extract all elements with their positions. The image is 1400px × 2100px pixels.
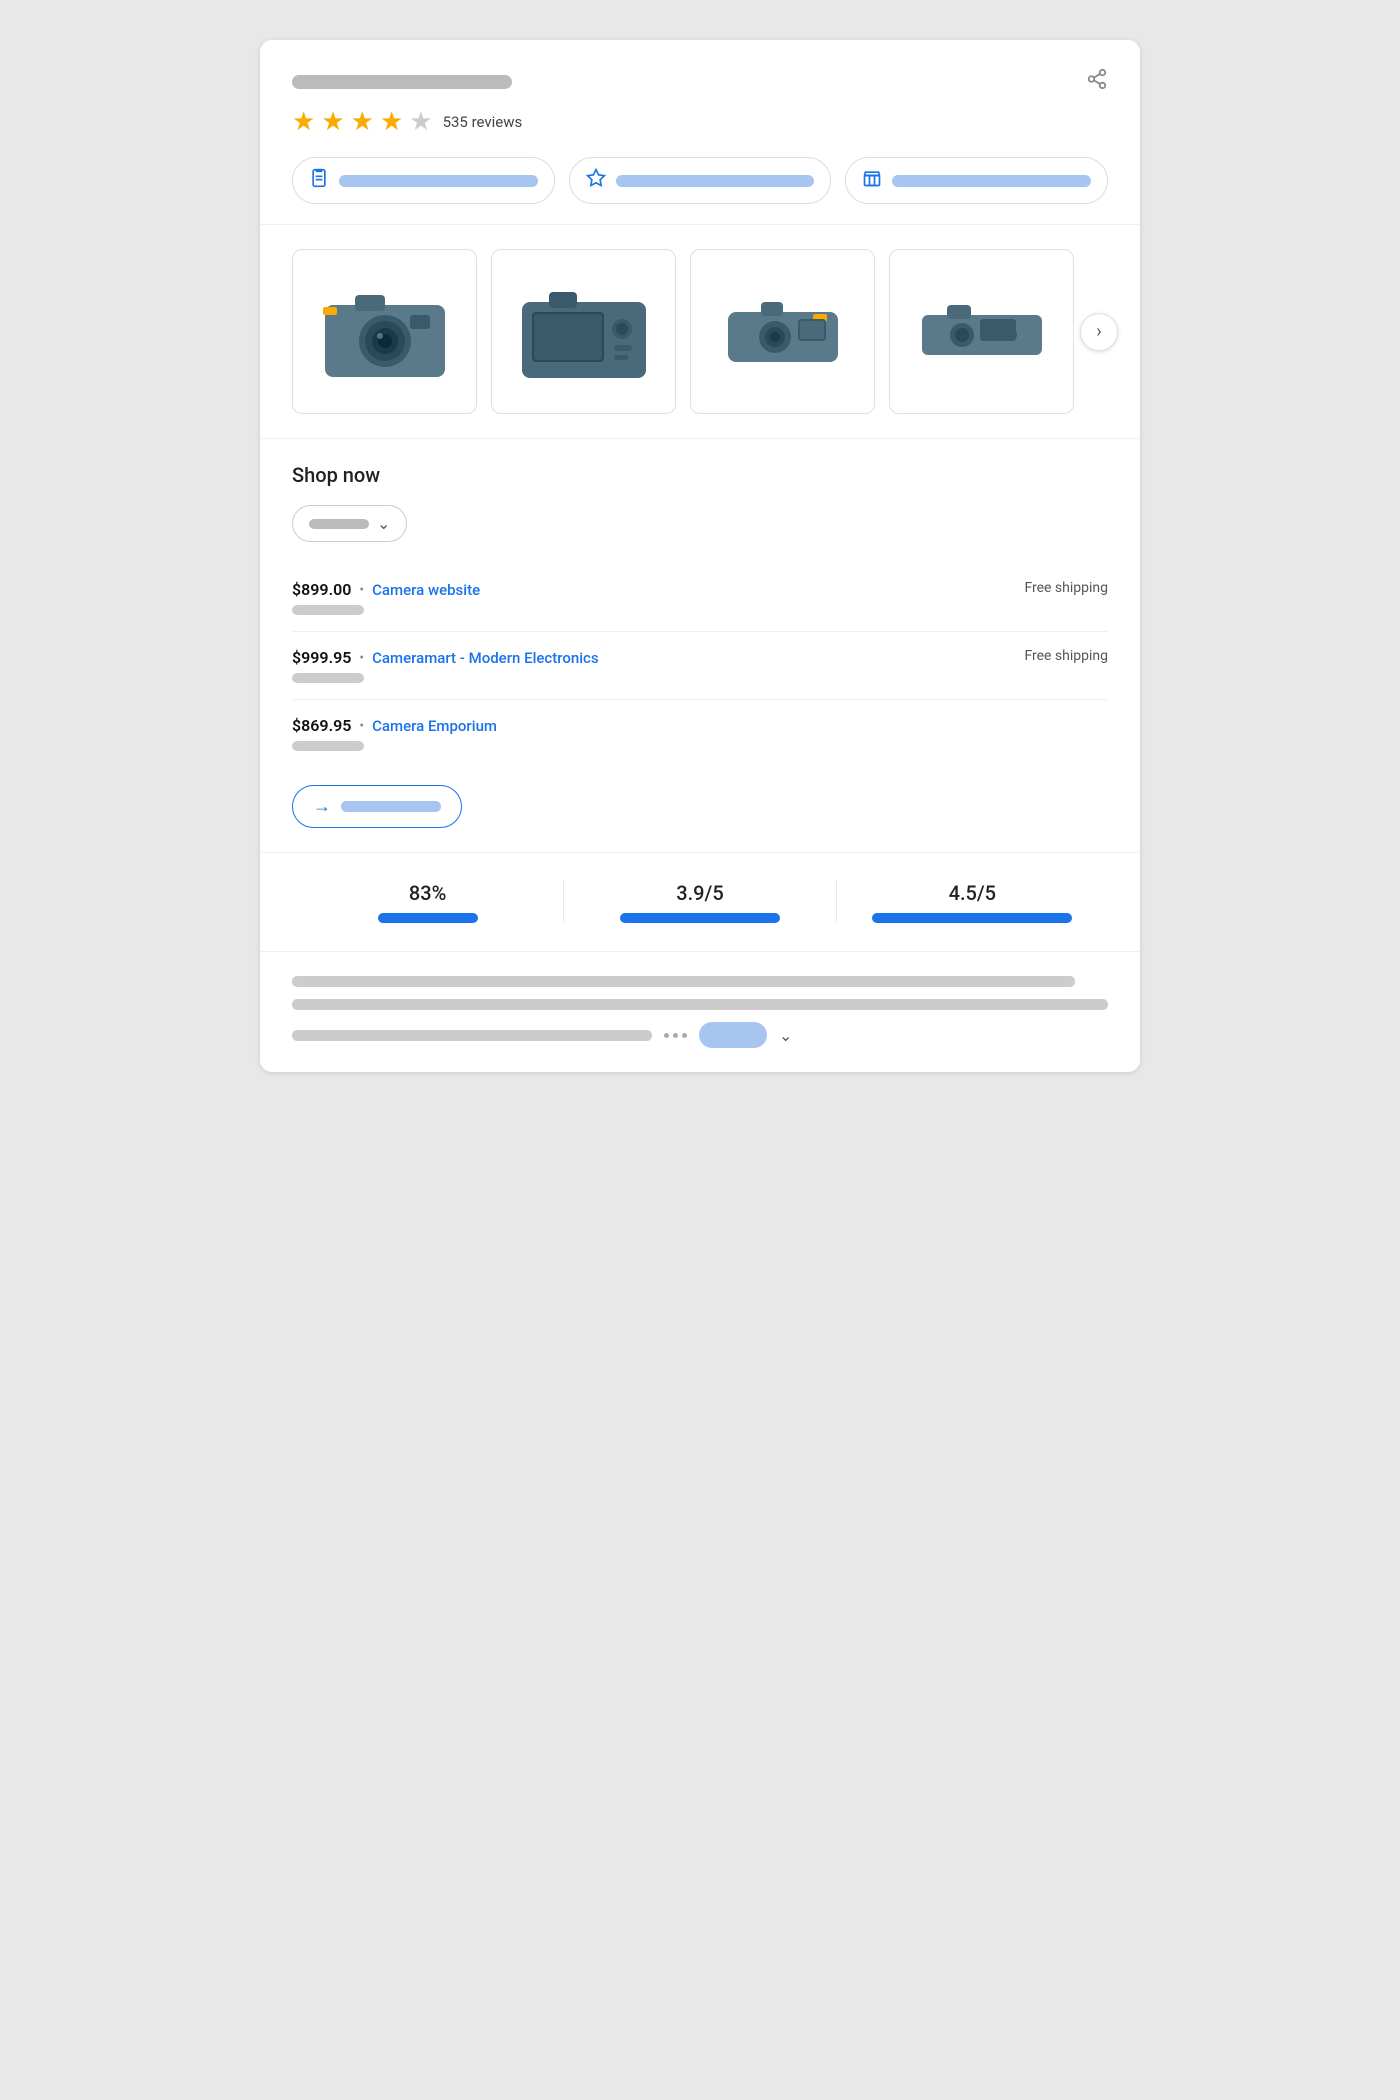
listing-3-dot: •	[359, 718, 364, 734]
star-2: ★	[321, 107, 344, 137]
image-thumb-4[interactable]	[889, 249, 1074, 414]
listing-1-sub	[292, 605, 364, 615]
listing-2-sub	[292, 673, 364, 683]
rating-row: ★ ★ ★ ★ ★ 535 reviews	[292, 107, 1108, 137]
listing-2-shipping: Free shipping	[1024, 648, 1108, 664]
reviews-button[interactable]	[292, 157, 555, 204]
store-icon	[862, 168, 882, 193]
footer-expand-pill[interactable]	[699, 1022, 767, 1048]
listing-2: $999.95 • Cameramart - Modern Electronic…	[292, 632, 1108, 700]
listing-1-price: $899.00	[292, 580, 351, 599]
listing-2-row: $999.95 • Cameramart - Modern Electronic…	[292, 648, 1108, 667]
store-button[interactable]	[845, 157, 1108, 204]
footer-last-row: ⌄	[292, 1022, 1108, 1048]
footer-chevron-down-icon: ⌄	[779, 1026, 792, 1045]
product-title-placeholder	[292, 75, 512, 89]
product-card: ★ ★ ★ ★ ★ 535 reviews	[260, 40, 1140, 1072]
listing-2-dot: •	[359, 650, 364, 666]
images-section: ›	[260, 225, 1140, 439]
listing-1-shipping: Free shipping	[1024, 580, 1108, 596]
listing-1-left: $899.00 • Camera website	[292, 580, 480, 599]
stat-bar-3	[872, 913, 1072, 923]
see-more-label-placeholder	[341, 801, 441, 812]
stat-item-2: 3.9/5	[564, 881, 836, 923]
listing-3-left: $869.95 • Camera Emporium	[292, 716, 497, 735]
stat-value-1: 83%	[409, 881, 446, 905]
listing-3: $869.95 • Camera Emporium	[292, 700, 1108, 767]
footer-dot-3	[682, 1033, 687, 1038]
stats-section: 83% 3.9/5 4.5/5	[260, 853, 1140, 952]
footer-line-1	[292, 976, 1075, 987]
listing-3-sub	[292, 741, 364, 751]
listing-1: $899.00 • Camera website Free shipping	[292, 564, 1108, 632]
filter-dropdown[interactable]: ⌄	[292, 505, 407, 542]
shop-title: Shop now	[292, 463, 1108, 487]
reviews-label-placeholder	[339, 175, 538, 187]
title-bar	[292, 68, 1108, 95]
footer-dots	[664, 1033, 687, 1038]
stat-value-2: 3.9/5	[676, 881, 723, 905]
share-icon[interactable]	[1086, 68, 1108, 95]
stat-bar-1	[378, 913, 478, 923]
stat-item-1: 83%	[292, 881, 564, 923]
save-label-placeholder	[616, 175, 815, 187]
star-1: ★	[292, 107, 315, 137]
clipboard-icon	[309, 168, 329, 193]
stat-item-3: 4.5/5	[837, 881, 1108, 923]
store-label-placeholder	[892, 175, 1091, 187]
action-buttons-row	[292, 157, 1108, 204]
footer-dot-1	[664, 1033, 669, 1038]
image-thumb-3[interactable]	[690, 249, 875, 414]
footer-line-3	[292, 1030, 652, 1041]
footer-section: ⌄	[260, 952, 1140, 1072]
star-icon	[586, 168, 606, 193]
filter-label-placeholder	[309, 519, 369, 529]
listing-1-dot: •	[359, 582, 364, 598]
listing-1-row: $899.00 • Camera website Free shipping	[292, 580, 1108, 599]
shop-section: Shop now ⌄ $899.00 • Camera website Free…	[260, 439, 1140, 853]
listing-1-store[interactable]: Camera website	[372, 581, 480, 599]
save-button[interactable]	[569, 157, 832, 204]
star-3: ★	[351, 107, 374, 137]
listing-3-store[interactable]: Camera Emporium	[372, 717, 497, 735]
listing-3-row: $869.95 • Camera Emporium	[292, 716, 1108, 735]
next-arrow-button[interactable]: ›	[1080, 313, 1118, 351]
see-more-button[interactable]: →	[292, 785, 462, 828]
star-5: ★	[409, 107, 432, 137]
arrow-right-icon: →	[313, 796, 331, 817]
stat-value-3: 4.5/5	[949, 881, 996, 905]
listing-2-left: $999.95 • Cameramart - Modern Electronic…	[292, 648, 599, 667]
stat-bar-2	[620, 913, 780, 923]
image-thumb-2[interactable]	[491, 249, 676, 414]
listing-3-price: $869.95	[292, 716, 351, 735]
star-4: ★	[380, 107, 403, 137]
review-count: 535 reviews	[443, 113, 523, 131]
listing-2-store[interactable]: Cameramart - Modern Electronics	[372, 649, 598, 667]
footer-line-2	[292, 999, 1108, 1010]
chevron-down-icon: ⌄	[377, 514, 390, 533]
header-section: ★ ★ ★ ★ ★ 535 reviews	[260, 40, 1140, 225]
image-scroll-row: ›	[292, 249, 1108, 414]
image-thumb-1[interactable]	[292, 249, 477, 414]
listing-2-price: $999.95	[292, 648, 351, 667]
footer-dot-2	[673, 1033, 678, 1038]
